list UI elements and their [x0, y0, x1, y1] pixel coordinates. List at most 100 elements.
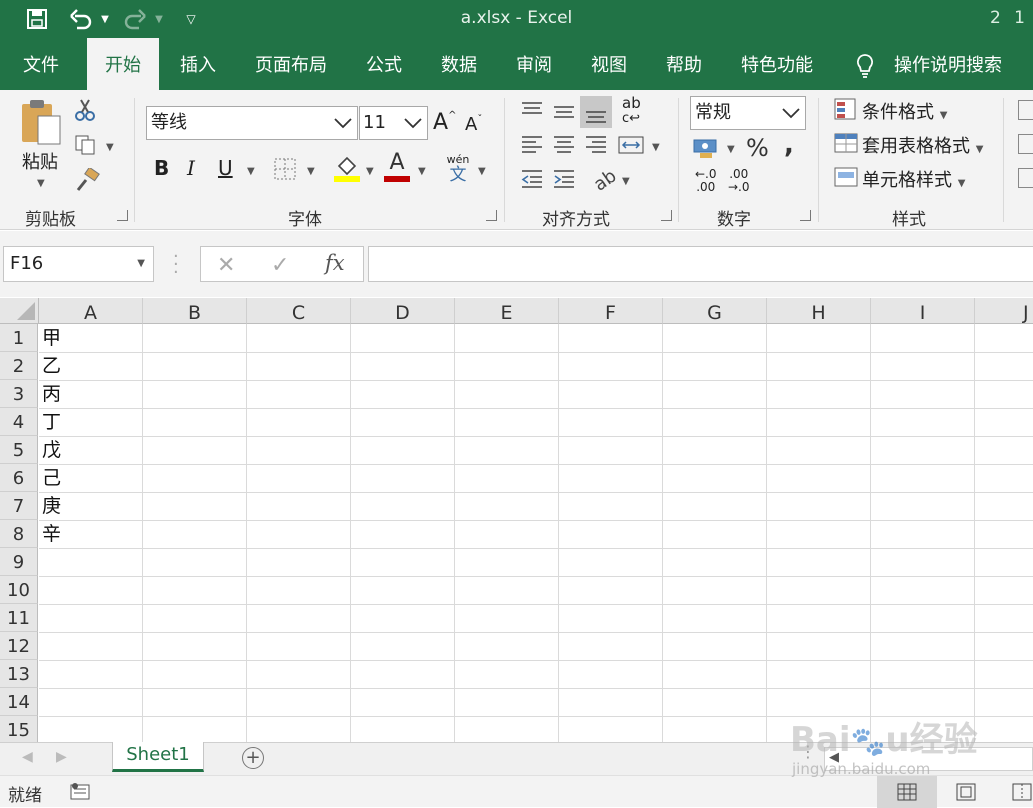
macro-record-icon[interactable] [70, 782, 92, 806]
copy-icon[interactable] [74, 134, 98, 160]
merge-center-icon[interactable] [618, 134, 644, 160]
tab-help[interactable]: 帮助 [666, 38, 702, 90]
column-header[interactable]: C [247, 298, 351, 324]
phonetic-guide-icon[interactable]: wén 文 [445, 154, 471, 185]
column-header[interactable]: I [871, 298, 975, 324]
paste-dropdown-icon[interactable]: ▼ [37, 178, 45, 189]
comma-style-button[interactable]: , [784, 130, 794, 160]
column-header[interactable]: J [975, 298, 1033, 324]
bold-button[interactable]: B [154, 156, 169, 180]
italic-button[interactable]: I [187, 156, 195, 180]
wrap-text-icon[interactable]: ab c↩ [622, 96, 641, 126]
align-top-icon[interactable] [520, 100, 544, 126]
font-launcher-icon[interactable] [486, 210, 497, 221]
cell-a7[interactable]: 庚 [39, 492, 142, 520]
cell-styles-button[interactable]: 单元格样式 ▼ [862, 166, 965, 192]
increase-font-size-icon[interactable]: A^ [433, 110, 456, 135]
tab-insert[interactable]: 插入 [180, 38, 216, 90]
new-sheet-icon[interactable]: + [242, 747, 264, 769]
enter-check-icon[interactable]: ✓ [271, 253, 289, 278]
copy-dropdown-icon[interactable]: ▼ [106, 142, 114, 153]
underline-button[interactable]: U [218, 156, 233, 180]
phonetic-dropdown-icon[interactable]: ▼ [478, 166, 486, 177]
increase-decimal-icon[interactable]: ←.0.00 [695, 168, 717, 194]
tab-data[interactable]: 数据 [441, 38, 477, 90]
row-header[interactable]: 14 [0, 688, 38, 716]
borders-icon[interactable] [274, 158, 296, 184]
column-header[interactable]: F [559, 298, 663, 324]
normal-view-button[interactable] [877, 776, 937, 808]
underline-dropdown-icon[interactable]: ▼ [247, 166, 255, 177]
number-launcher-icon[interactable] [800, 210, 811, 221]
delete-cells-icon[interactable] [1018, 134, 1033, 154]
format-cells-icon[interactable] [1018, 168, 1033, 188]
row-header[interactable]: 5 [0, 436, 38, 464]
scroll-tabs-right-icon[interactable]: ▶ [56, 749, 67, 765]
name-box-dropdown-icon[interactable]: ▼ [137, 247, 145, 281]
font-color-icon[interactable]: A [384, 152, 410, 182]
tab-file[interactable]: 文件 [23, 38, 59, 90]
fill-color-dropdown-icon[interactable]: ▼ [366, 166, 374, 177]
font-size-select[interactable]: 11 [359, 106, 428, 140]
tab-formulas[interactable]: 公式 [366, 38, 402, 90]
merge-dropdown-icon[interactable]: ▼ [652, 142, 660, 153]
row-header[interactable]: 12 [0, 632, 38, 660]
cell-a5[interactable]: 戊 [39, 436, 142, 464]
paste-button[interactable]: 粘贴 [22, 148, 58, 174]
page-layout-view-icon[interactable] [956, 783, 976, 805]
align-middle-icon[interactable] [552, 100, 576, 126]
format-as-table-button[interactable]: 套用表格格式 ▼ [862, 132, 983, 158]
select-all-button[interactable] [0, 298, 39, 324]
align-center-icon[interactable] [552, 134, 576, 160]
orientation-dropdown-icon[interactable]: ▼ [622, 176, 630, 187]
row-header[interactable]: 2 [0, 352, 38, 380]
orientation-icon[interactable]: ab [590, 165, 620, 195]
row-header[interactable]: 6 [0, 464, 38, 492]
percent-style-button[interactable]: % [746, 134, 769, 162]
alignment-launcher-icon[interactable] [661, 210, 672, 221]
cell-a3[interactable]: 丙 [39, 380, 142, 408]
tab-home[interactable]: 开始 [87, 38, 159, 90]
page-break-view-icon[interactable] [1012, 783, 1032, 805]
more-options-icon[interactable]: · · · [173, 248, 179, 282]
tab-view[interactable]: 视图 [591, 38, 627, 90]
accounting-dropdown-icon[interactable]: ▼ [727, 144, 735, 155]
paste-icon[interactable] [18, 98, 64, 150]
column-header[interactable]: A [39, 298, 143, 324]
decrease-decimal-icon[interactable]: .00 →.0 [728, 168, 750, 194]
column-header[interactable]: B [143, 298, 247, 324]
align-right-icon[interactable] [584, 134, 608, 160]
row-header[interactable]: 15 [0, 716, 38, 742]
row-header[interactable]: 9 [0, 548, 38, 576]
cancel-icon[interactable]: ✕ [217, 253, 235, 278]
name-box[interactable]: F16 ▼ [3, 246, 154, 282]
column-header[interactable]: D [351, 298, 455, 324]
cell-a8[interactable]: 辛 [39, 520, 142, 548]
cell-a4[interactable]: 丁 [39, 408, 142, 436]
insert-function-button[interactable]: fx [325, 251, 345, 275]
tab-review[interactable]: 审阅 [516, 38, 552, 90]
row-header[interactable]: 8 [0, 520, 38, 548]
cell-a2[interactable]: 乙 [39, 352, 142, 380]
insert-cells-icon[interactable] [1018, 100, 1033, 120]
row-header[interactable]: 3 [0, 380, 38, 408]
row-header[interactable]: 1 [0, 324, 38, 352]
formula-input[interactable] [368, 246, 1033, 282]
column-header[interactable]: G [663, 298, 767, 324]
align-left-icon[interactable] [520, 134, 544, 160]
font-name-select[interactable]: 等线 [146, 106, 358, 140]
number-format-select[interactable]: 常规 [690, 96, 806, 130]
row-header[interactable]: 7 [0, 492, 38, 520]
row-header[interactable]: 10 [0, 576, 38, 604]
accounting-format-icon[interactable] [692, 136, 720, 164]
format-painter-icon[interactable] [74, 166, 100, 196]
align-bottom-button[interactable] [580, 96, 612, 128]
worksheet-grid[interactable]: A B C D E F G H I J 1 2 3 4 5 6 7 8 9 10… [0, 298, 1033, 742]
tab-page-layout[interactable]: 页面布局 [255, 38, 327, 90]
conditional-formatting-button[interactable]: 条件格式 ▼ [862, 98, 947, 124]
decrease-indent-icon[interactable] [520, 168, 544, 194]
borders-dropdown-icon[interactable]: ▼ [307, 166, 315, 177]
scroll-tabs-left-icon[interactable]: ◀ [22, 749, 33, 765]
sheet-tab-sheet1[interactable]: Sheet1 [112, 742, 204, 772]
tab-special-features[interactable]: 特色功能 [741, 38, 813, 90]
